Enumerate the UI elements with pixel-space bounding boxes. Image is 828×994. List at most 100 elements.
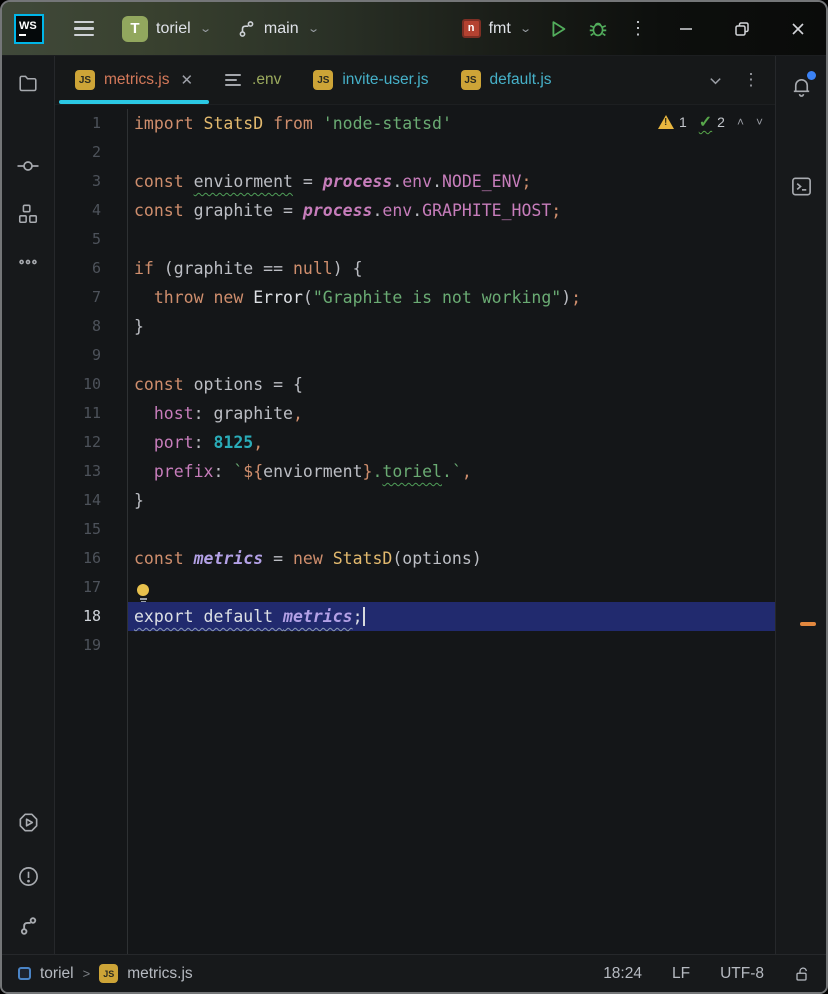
code-token: graphite	[214, 404, 293, 423]
debug-button[interactable]	[578, 11, 618, 47]
line-number[interactable]: 4	[55, 196, 128, 225]
line-number[interactable]: 8	[55, 312, 128, 341]
status-bar: toriel > JS metrics.js 18:24 LF UTF-8	[2, 954, 826, 992]
breadcrumb-file[interactable]: metrics.js	[127, 965, 192, 983]
tab-invite-user-js[interactable]: JSinvite-user.js	[297, 56, 444, 104]
line-number[interactable]: 6	[55, 254, 128, 283]
code-token	[134, 462, 154, 481]
main-menu-button[interactable]	[64, 11, 104, 47]
terminal-toolwindow-button[interactable]	[781, 166, 821, 206]
line-number[interactable]: 14	[55, 486, 128, 515]
line-number[interactable]: 10	[55, 370, 128, 399]
commit-icon	[16, 154, 40, 178]
code-editor[interactable]: 1import StatsD from 'node-statsd'23const…	[55, 105, 775, 954]
branch-name: main	[264, 20, 299, 38]
previous-problem-button[interactable]: ˄	[737, 115, 744, 129]
code-token	[204, 288, 214, 307]
unlock-icon[interactable]	[794, 965, 812, 983]
code-token: prefix	[154, 462, 214, 481]
code-line[interactable]: 6if (graphite == null) {	[55, 254, 775, 283]
version-control-toolwindow-button[interactable]	[8, 906, 48, 946]
code-token: options	[194, 375, 264, 394]
line-number[interactable]: 19	[55, 631, 128, 660]
more-toolwindows-button[interactable]	[8, 242, 48, 282]
warnings-indicator[interactable]: 1	[658, 114, 687, 130]
code-line[interactable]: 15	[55, 515, 775, 544]
code-line[interactable]: 5	[55, 225, 775, 254]
line-number[interactable]: 17	[55, 573, 128, 602]
structure-icon	[17, 203, 39, 225]
line-number[interactable]: 5	[55, 225, 128, 254]
code-line[interactable]: 19	[55, 631, 775, 660]
restore-icon	[733, 20, 751, 38]
editor-tab-bar: JSmetrics.js✕.envJSinvite-user.jsJSdefau…	[55, 56, 775, 105]
problems-toolwindow-button[interactable]	[8, 856, 48, 896]
code-line[interactable]: 2	[55, 138, 775, 167]
warning-icon	[658, 115, 674, 129]
code-line[interactable]: 11 host: graphite,	[55, 399, 775, 428]
commit-toolwindow-button[interactable]	[8, 146, 48, 186]
breadcrumb-project[interactable]: toriel	[40, 965, 74, 983]
minimize-button[interactable]	[658, 2, 714, 56]
caret-position[interactable]: 18:24	[603, 965, 642, 983]
hidden-tabs-chevron-button[interactable]	[699, 64, 731, 96]
code-line-text	[128, 631, 775, 660]
restore-button[interactable]	[714, 2, 770, 56]
line-number[interactable]: 9	[55, 341, 128, 370]
code-line[interactable]: 14}	[55, 486, 775, 515]
file-encoding[interactable]: UTF-8	[720, 965, 764, 983]
code-line-text	[128, 138, 775, 167]
line-number[interactable]: 1	[55, 109, 128, 138]
line-number[interactable]: 16	[55, 544, 128, 573]
code-line[interactable]: 17	[55, 573, 775, 602]
code-token: 8125	[214, 433, 254, 452]
code-line[interactable]: 4const graphite = process.env.GRAPHITE_H…	[55, 196, 775, 225]
line-number[interactable]: 15	[55, 515, 128, 544]
code-line[interactable]: 10const options = {	[55, 370, 775, 399]
text-file-icon	[225, 74, 243, 87]
tab--env[interactable]: .env	[209, 56, 297, 104]
line-number[interactable]: 13	[55, 457, 128, 486]
line-number[interactable]: 7	[55, 283, 128, 312]
code-line-text	[128, 515, 775, 544]
code-line[interactable]: 18export default metrics;	[55, 602, 775, 631]
structure-toolwindow-button[interactable]	[8, 194, 48, 234]
typos-indicator[interactable]: ✓ 2	[699, 112, 725, 132]
vcs-branch-widget[interactable]: main ⌄	[228, 13, 326, 45]
more-actions-button[interactable]: ⋮	[618, 11, 658, 47]
tab-close-icon[interactable]: ✕	[180, 71, 193, 89]
notifications-button[interactable]	[781, 66, 821, 106]
line-number[interactable]: 12	[55, 428, 128, 457]
code-token: options	[402, 549, 472, 568]
line-separator[interactable]: LF	[672, 965, 690, 983]
next-problem-button[interactable]: ˅	[756, 115, 763, 129]
chevron-down-icon: ⌄	[519, 22, 532, 35]
line-number[interactable]: 11	[55, 399, 128, 428]
run-configuration-widget[interactable]: n fmt ⌄	[454, 13, 538, 44]
line-number[interactable]: 2	[55, 138, 128, 167]
code-line-text: }	[128, 486, 775, 515]
tab-options-button[interactable]: ⋮	[735, 64, 767, 96]
tab-metrics-js[interactable]: JSmetrics.js✕	[59, 56, 209, 104]
intention-bulb-icon[interactable]	[134, 584, 152, 603]
close-button[interactable]	[770, 2, 826, 56]
code-token: const	[134, 375, 184, 394]
code-line[interactable]: 8}	[55, 312, 775, 341]
project-widget[interactable]: T toriel ⌄	[114, 10, 218, 48]
line-number[interactable]: 3	[55, 167, 128, 196]
tab-default-js[interactable]: JSdefault.js	[445, 56, 568, 104]
services-toolwindow-button[interactable]	[8, 802, 48, 842]
code-line[interactable]: 3const enviorment = process.env.NODE_ENV…	[55, 167, 775, 196]
code-line[interactable]: 9	[55, 341, 775, 370]
code-token: }	[134, 317, 144, 336]
code-line[interactable]: 7 throw new Error("Graphite is not worki…	[55, 283, 775, 312]
run-button[interactable]	[538, 11, 578, 47]
code-line[interactable]: 13 prefix: `${enviorment}.toriel.`,	[55, 457, 775, 486]
code-token: env	[382, 201, 412, 220]
code-token: `	[452, 462, 462, 481]
project-toolwindow-button[interactable]	[8, 64, 48, 104]
error-stripe-mark[interactable]	[800, 622, 816, 626]
line-number[interactable]: 18	[55, 602, 128, 631]
code-line[interactable]: 16const metrics = new StatsD(options)	[55, 544, 775, 573]
code-line[interactable]: 12 port: 8125,	[55, 428, 775, 457]
